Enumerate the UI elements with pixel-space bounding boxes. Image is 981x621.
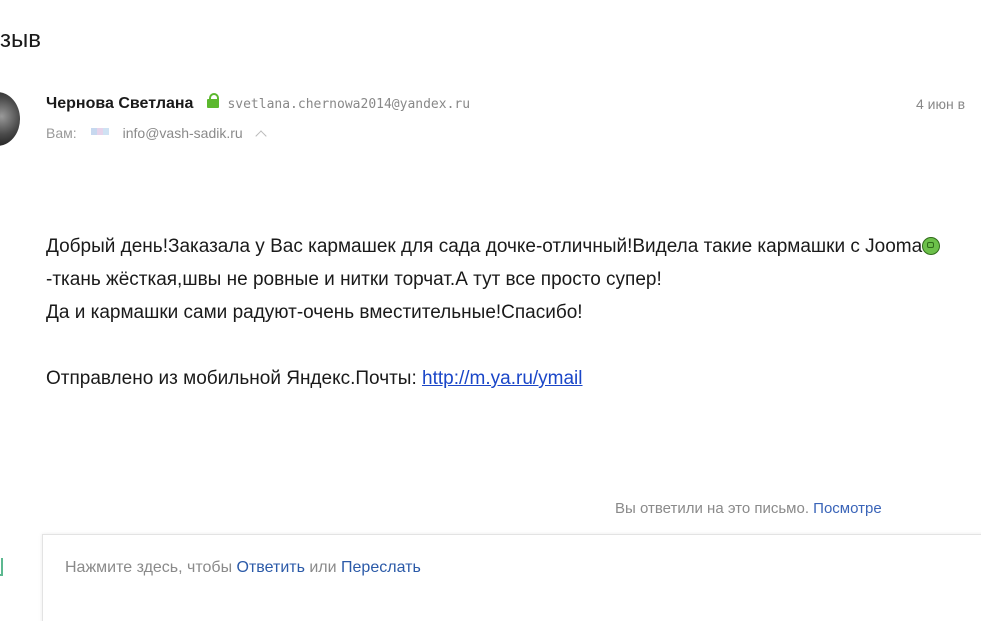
- chevron-up-icon[interactable]: [255, 130, 267, 142]
- emoji-icon: [922, 237, 941, 255]
- body-paragraph-2: Да и кармашки сами радуют-очень вместите…: [46, 302, 583, 323]
- reply-button[interactable]: Ответить: [237, 559, 305, 576]
- sender-avatar[interactable]: [0, 92, 20, 146]
- quick-reply-box[interactable]: Нажмите здесь, чтобы Ответить или Пересл…: [42, 534, 981, 621]
- replied-text: Вы ответили на это письмо.: [615, 500, 814, 517]
- signature-text: Отправлено из мобильной Яндекс.Почты:: [46, 368, 423, 389]
- body-paragraph: Добрый день!Заказала у Вас кармашек для …: [46, 230, 981, 296]
- quick-reply-or: или: [304, 559, 342, 576]
- signature-link[interactable]: http://m.ya.ru/ymail: [422, 368, 583, 389]
- body-text-part1: Добрый день!Заказала у Вас кармашек для …: [46, 236, 923, 257]
- mail-body: Добрый день!Заказала у Вас кармашек для …: [46, 230, 981, 395]
- view-reply-link[interactable]: Посмотре: [813, 500, 882, 517]
- recipient-email[interactable]: info@vash-sadik.ru: [123, 125, 243, 141]
- flag-icon: [90, 128, 109, 135]
- sender-email[interactable]: svetlana.chernowa2014@yandex.ru: [227, 97, 470, 112]
- body-text-part2: -ткань жёсткая,швы не ровные и нитки тор…: [46, 269, 662, 290]
- mail-subject: зыв: [0, 26, 42, 53]
- reply-icon: [0, 558, 3, 576]
- quick-reply-prompt: Нажмите здесь, чтобы Ответить или Пересл…: [65, 559, 421, 577]
- signature: Отправлено из мобильной Яндекс.Почты: ht…: [46, 362, 981, 395]
- replied-notice: Вы ответили на это письмо. Посмотре: [615, 500, 882, 517]
- quick-reply-prefix: Нажмите здесь, чтобы: [65, 559, 237, 576]
- sender-row: Чернова Светлана svetlana.chernowa2014@ya…: [46, 93, 981, 117]
- mail-date: 4 июн в: [916, 96, 966, 112]
- recipient-row: Вам: info@vash-sadik.ru: [46, 125, 267, 145]
- forward-button[interactable]: Переслать: [341, 559, 421, 576]
- lock-icon: [207, 93, 220, 108]
- sender-name[interactable]: Чернова Светлана: [46, 95, 193, 112]
- mail-view: зыв Чернова Светлана svetlana.chernowa201…: [0, 0, 981, 621]
- recipient-label: Вам:: [46, 125, 77, 141]
